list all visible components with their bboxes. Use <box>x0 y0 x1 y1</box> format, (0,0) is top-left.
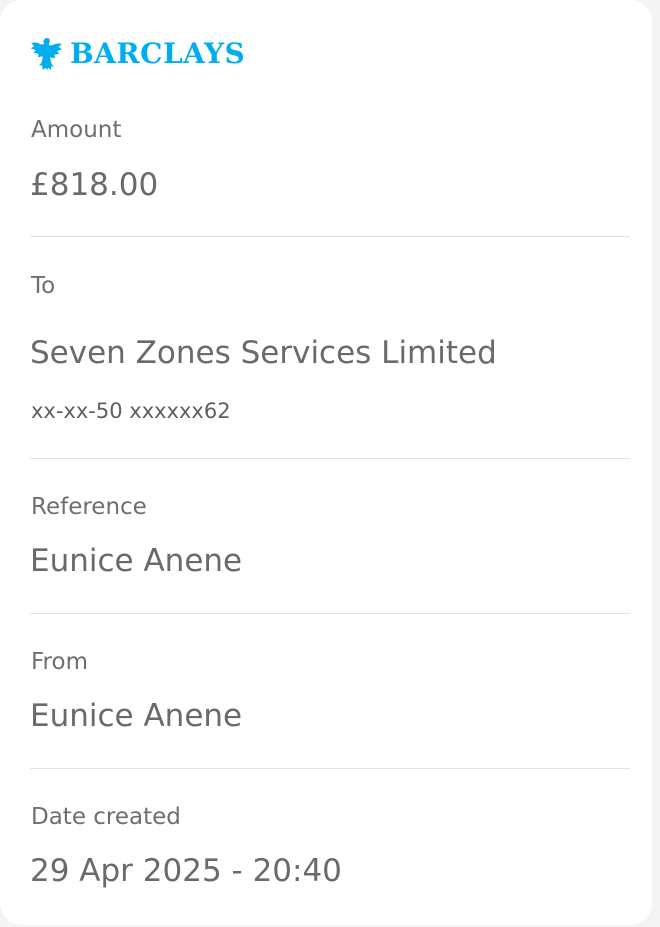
payee-account-number: xx-xx-50 xxxxxx62 <box>31 399 231 423</box>
divider <box>30 458 630 459</box>
eagle-icon <box>30 36 64 72</box>
divider <box>30 236 630 237</box>
to-label: To <box>31 273 56 299</box>
date-created-value: 29 Apr 2025 - 20:40 <box>30 853 342 889</box>
payee-name: Seven Zones Services Limited <box>30 335 497 371</box>
from-value: Eunice Anene <box>30 698 243 734</box>
from-label: From <box>31 649 88 675</box>
reference-value: Eunice Anene <box>30 543 243 579</box>
amount-value: £818.00 <box>30 167 159 203</box>
amount-label: Amount <box>31 117 122 143</box>
barclays-logo: BARCLAYS <box>30 34 245 74</box>
date-created-label: Date created <box>31 804 181 830</box>
divider <box>30 613 630 614</box>
reference-label: Reference <box>31 494 147 520</box>
brand-name: BARCLAYS <box>70 37 246 70</box>
divider <box>30 768 630 769</box>
payment-details-card: BARCLAYS Amount £818.00 To Seven Zones S… <box>0 0 652 925</box>
